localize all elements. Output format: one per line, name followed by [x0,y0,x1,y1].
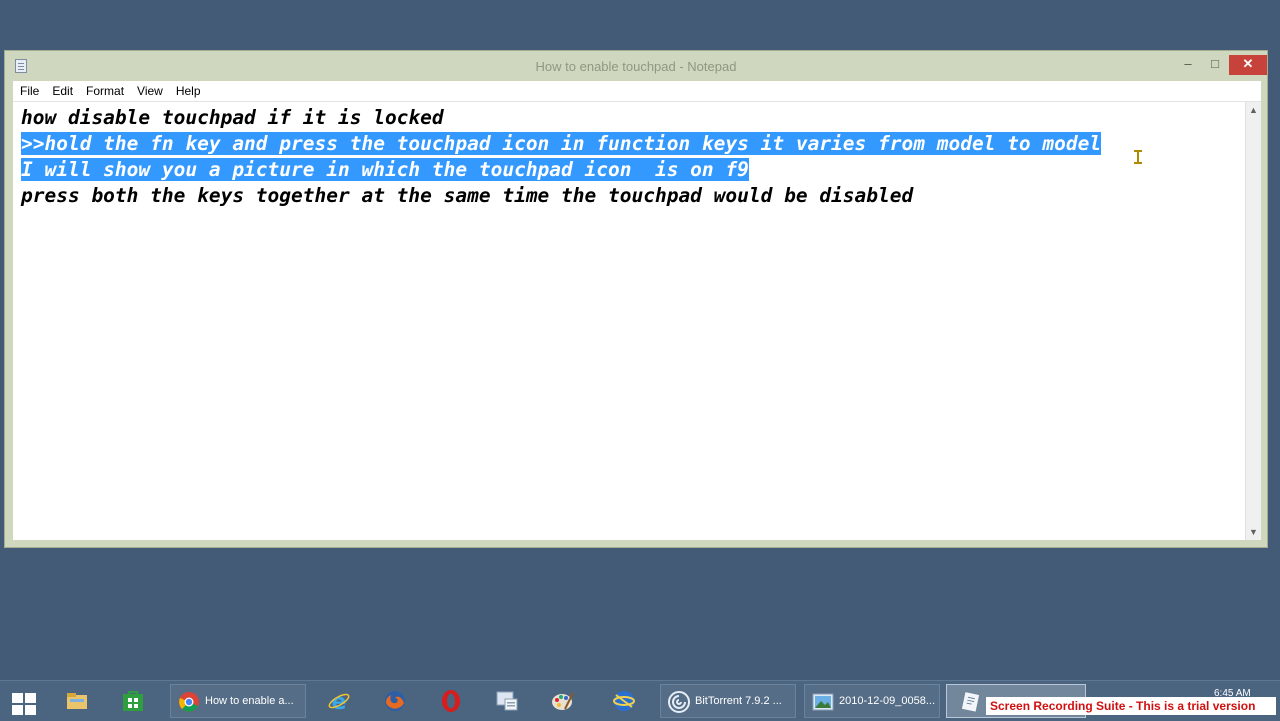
taskbar-store[interactable] [110,684,156,718]
minimize-button[interactable]: – [1175,55,1201,75]
menu-format[interactable]: Format [79,81,130,98]
taskbar-opera[interactable] [428,684,474,718]
text-area[interactable]: how disable touchpad if it is locked >>h… [21,105,1245,540]
menu-help[interactable]: Help [169,81,207,98]
menu-file[interactable]: File [13,81,45,98]
store-icon [123,691,143,711]
scroll-up-icon[interactable]: ▲ [1246,102,1261,118]
taskbar-item-label: 2010-12-09_0058... [839,695,936,707]
taskbar-paint[interactable] [540,684,586,718]
vertical-scrollbar[interactable]: ▲ ▼ [1245,102,1261,540]
menu-bar: File Edit Format View Help [13,81,1261,101]
title-bar[interactable]: How to enable touchpad - Notepad – □ ✕ [5,51,1267,81]
menu-view[interactable]: View [130,81,169,98]
selected-text: >>hold the fn key and press the touchpad… [21,132,1102,155]
start-button[interactable] [0,684,48,718]
trial-watermark: Screen Recording Suite - This is a trial… [986,697,1276,715]
notepad-icon [960,690,981,713]
taskbar-internet-explorer[interactable]: e [316,684,362,718]
taskbar-image-viewer[interactable]: 2010-12-09_0058... [804,684,940,718]
scroll-down-icon[interactable]: ▼ [1246,524,1261,540]
taskbar-bittorrent[interactable]: BitTorrent 7.9.2 ... [660,684,796,718]
network-icon [613,691,635,711]
taskbar-firefox[interactable] [372,684,418,718]
text-line-content: how disable touchpad if it is locked [21,106,444,129]
firefox-icon [385,691,405,711]
taskbar-chrome[interactable]: How to enable a... [170,684,306,718]
menu-edit[interactable]: Edit [45,81,79,98]
text-line-selected[interactable]: I will show you a picture in which the t… [21,157,1245,183]
text-line-selected[interactable]: >>hold the fn key and press the touchpad… [21,131,1245,157]
selected-text: I will show you a picture in which the t… [21,158,749,181]
file-explorer-icon [67,693,87,709]
text-line[interactable]: how disable touchpad if it is locked [21,105,1245,131]
paint-icon [552,692,574,710]
text-editor[interactable]: how disable touchpad if it is locked >>h… [13,101,1261,540]
opera-icon [442,690,460,712]
taskbar-network-tool[interactable] [596,684,652,718]
control-panel-icon [496,691,518,711]
ibeam-cursor-icon [1134,150,1142,164]
text-line-content: press both the keys together at the same… [21,184,914,207]
notepad-window: How to enable touchpad - Notepad – □ ✕ F… [4,50,1268,548]
maximize-button[interactable]: □ [1202,55,1228,75]
internet-explorer-icon: e [328,690,350,713]
window-title: How to enable touchpad - Notepad [535,59,737,74]
chrome-icon [179,692,199,712]
bittorrent-icon [668,691,690,713]
taskbar-item-label: How to enable a... [205,695,294,707]
image-viewer-icon [812,693,834,711]
start-icon [12,693,36,715]
taskbar-item-label: BitTorrent 7.9.2 ... [695,695,782,707]
taskbar-control-panel[interactable] [484,684,530,718]
text-line[interactable]: press both the keys together at the same… [21,183,1245,209]
close-button[interactable]: ✕ [1229,55,1267,75]
taskbar-file-explorer[interactable] [54,684,100,718]
